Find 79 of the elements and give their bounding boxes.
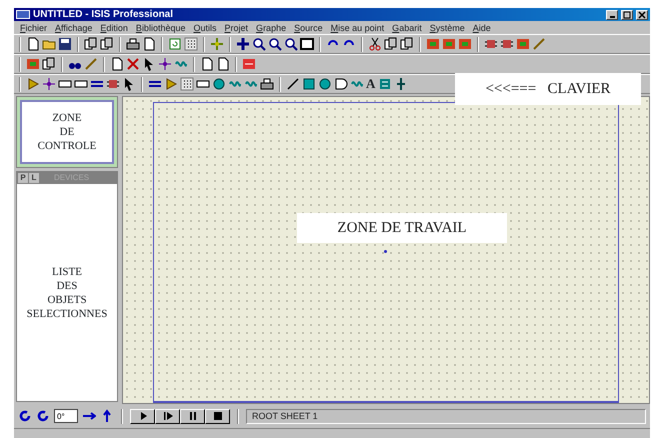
window-title: UNTITLED - ISIS Professional [33, 8, 174, 20]
subcircuit-icon[interactable] [106, 77, 120, 91]
menu-item[interactable]: Graphe [252, 22, 290, 34]
grid-icon[interactable] [184, 37, 198, 51]
box-icon[interactable] [302, 77, 316, 91]
zoom-in-icon[interactable] [252, 37, 266, 51]
circle-icon[interactable] [318, 77, 332, 91]
cut-icon[interactable] [368, 37, 382, 51]
refresh-icon[interactable] [168, 37, 182, 51]
paste-icon[interactable] [400, 37, 414, 51]
zoom-all-icon[interactable] [300, 37, 314, 51]
zoom-out-icon[interactable] [268, 37, 282, 51]
text-tool[interactable]: A [366, 77, 376, 91]
maximize-icon [622, 10, 632, 18]
zone-label: DE [60, 125, 74, 139]
menu-item[interactable]: Gabarit [388, 22, 426, 34]
menu-item[interactable]: Mise au point [326, 22, 388, 34]
zone-label: CONTROLE [38, 139, 96, 153]
block-icon[interactable] [426, 37, 440, 51]
pause-icon [188, 411, 198, 421]
list-label: DES [56, 278, 78, 292]
move-icon[interactable] [236, 37, 250, 51]
block-icon[interactable] [442, 37, 456, 51]
close-icon [637, 10, 647, 18]
arc-icon[interactable] [334, 77, 348, 91]
menu-item[interactable]: Fichier [16, 22, 52, 34]
component-icon[interactable] [26, 77, 40, 91]
minimize-button[interactable] [606, 10, 618, 20]
new-file-icon[interactable] [26, 37, 40, 51]
zoom-icon[interactable] [284, 37, 298, 51]
stop-icon [212, 411, 222, 421]
menu-item[interactable]: Outils [189, 22, 221, 34]
page-icon[interactable] [200, 57, 214, 71]
rotate-left-icon[interactable] [36, 409, 50, 423]
origin-dot [384, 250, 387, 253]
marker-icon[interactable] [394, 77, 408, 91]
list-label: SELECTIONNES [26, 306, 108, 320]
menu-item[interactable]: Projet [220, 22, 252, 34]
minimize-icon [610, 16, 614, 18]
angle-field[interactable]: 0° [54, 409, 78, 423]
page-icon[interactable] [216, 57, 230, 71]
line-icon[interactable] [286, 77, 300, 91]
print-icon[interactable] [126, 37, 140, 51]
menu-item[interactable]: Source [290, 22, 327, 34]
selector-tab[interactable]: P [18, 173, 28, 183]
delete-icon[interactable] [126, 57, 140, 71]
list-label: OBJETS [47, 292, 87, 306]
menu-item[interactable]: Affichage [51, 22, 96, 34]
menu-item[interactable]: Système [426, 22, 469, 34]
menu-item[interactable]: Edition [96, 22, 132, 34]
block-icon[interactable] [458, 37, 472, 51]
junction-icon[interactable] [42, 77, 56, 91]
status-field: ROOT SHEET 1 [246, 408, 646, 424]
maximize-button[interactable] [621, 10, 633, 20]
wrench-icon[interactable] [532, 37, 546, 51]
documents-icon[interactable] [100, 37, 114, 51]
menu-item[interactable]: Aide [468, 22, 495, 34]
documents-icon[interactable] [84, 37, 98, 51]
zone-label: ZONE [52, 111, 82, 125]
list-label: LISTE [52, 264, 82, 278]
app-icon [16, 10, 30, 19]
drawing-area[interactable]: ZONE DE TRAVAIL [122, 96, 650, 404]
step-icon [162, 411, 172, 421]
play-button[interactable] [130, 408, 155, 424]
close-button[interactable] [636, 10, 648, 20]
origin-icon[interactable] [210, 37, 224, 51]
selector-tab[interactable]: L [29, 173, 39, 183]
symbol-icon[interactable] [378, 77, 392, 91]
pause-button[interactable] [180, 408, 205, 424]
menu-item[interactable]: Bibliothèque [132, 22, 190, 34]
step-button[interactable] [155, 408, 180, 424]
save-icon[interactable] [58, 37, 72, 51]
page-icon[interactable] [142, 37, 156, 51]
keyboard-label: <<<=== CLAVIER [455, 73, 641, 105]
copy-icon[interactable] [384, 37, 398, 51]
work-zone-label: ZONE DE TRAVAIL [297, 213, 507, 243]
stop-button[interactable] [205, 408, 230, 424]
rotate-right-icon[interactable] [18, 409, 32, 423]
object-list[interactable]: LISTE DES OBJETS SELECTIONNES [17, 184, 117, 401]
